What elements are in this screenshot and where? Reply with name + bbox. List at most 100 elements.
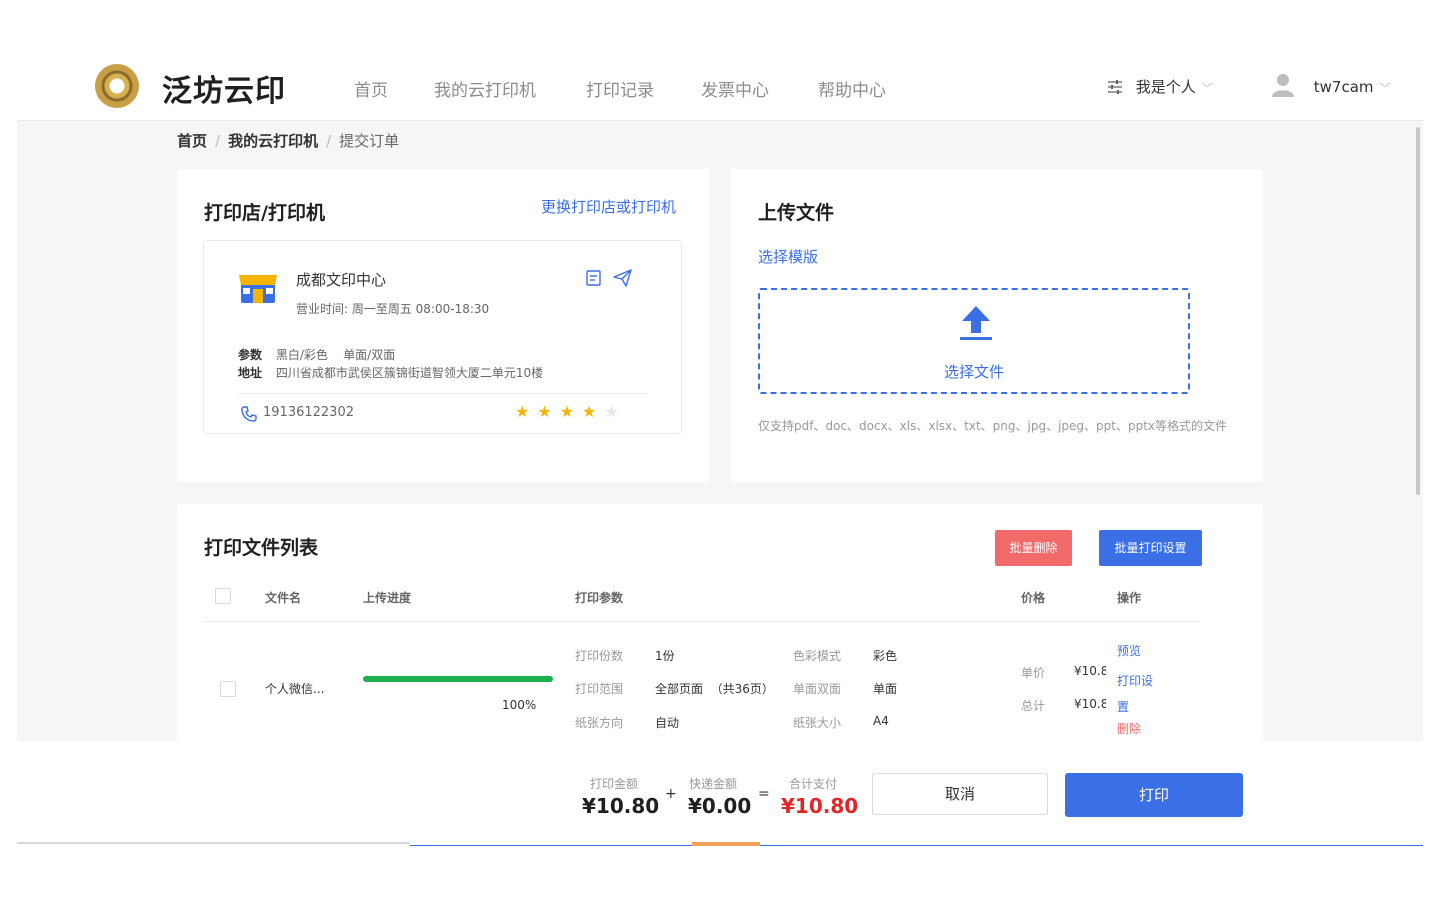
upload-icon bbox=[960, 306, 992, 340]
unit-price-label: 单价 bbox=[1021, 666, 1046, 680]
shipping-amount: ¥0.00 bbox=[688, 794, 752, 818]
breadcrumb: 首页 / 我的云打印机 / 提交订单 bbox=[177, 132, 400, 150]
col-ops: 操作 bbox=[1117, 591, 1142, 605]
upload-format-hint: 仅支持pdf、doc、docx、xls、xlsx、txt、png、jpg、jpe… bbox=[758, 419, 1228, 433]
copies-label: 打印份数 bbox=[575, 649, 624, 663]
nav-help-center[interactable]: 帮助中心 bbox=[818, 76, 886, 101]
duplex-label: 单面双面 bbox=[793, 682, 842, 696]
preview-link[interactable]: 预览 bbox=[1117, 642, 1141, 659]
plus-sign: + bbox=[665, 786, 677, 802]
identity-label: 我是个人 bbox=[1135, 78, 1196, 96]
print-settings-link[interactable]: 打印设置 bbox=[1117, 668, 1161, 720]
paper-size-value: A4 bbox=[873, 714, 889, 728]
orientation-value: 自动 bbox=[655, 716, 680, 730]
breadcrumb-home[interactable]: 首页 bbox=[177, 132, 207, 150]
nav-home[interactable]: 首页 bbox=[354, 76, 388, 101]
storefront-icon bbox=[239, 275, 277, 303]
username: tw7cam bbox=[1313, 78, 1374, 96]
edit-icon[interactable] bbox=[585, 269, 603, 287]
bottom-divider-accent bbox=[410, 845, 1423, 846]
shop-phone: 19136122302 bbox=[263, 405, 354, 420]
brand-logo-icon[interactable] bbox=[95, 64, 139, 108]
divider bbox=[238, 393, 648, 394]
delete-link[interactable]: 删除 bbox=[1117, 720, 1141, 737]
orientation-label: 纸张方向 bbox=[575, 716, 624, 730]
address-value: 四川省成都市武侯区簇锦街道智领大厦二单元10楼 bbox=[275, 366, 544, 380]
rating-stars: ★★★★★ bbox=[515, 402, 627, 421]
file-list-card: 打印文件列表 批量删除 批量打印设置 文件名 上传进度 打印参数 价格 操作 个… bbox=[177, 504, 1263, 741]
user-menu[interactable]: tw7cam ﹀ bbox=[1271, 73, 1391, 97]
col-filename: 文件名 bbox=[265, 591, 302, 605]
star-icon: ★ bbox=[582, 402, 605, 421]
change-printer-link[interactable]: 更换打印店或打印机 bbox=[541, 196, 676, 217]
top-nav-bar: 泛坊云印 首页 我的云打印机 打印记录 发票中心 帮助中心 我是个人 ﹀ tw7c… bbox=[17, 40, 1423, 121]
star-icon: ★ bbox=[537, 402, 560, 421]
nav-print-records[interactable]: 打印记录 bbox=[586, 76, 654, 101]
scrollbar[interactable] bbox=[1416, 127, 1420, 495]
equals-sign: = bbox=[758, 786, 770, 802]
checkout-bar: 打印金额 ¥10.80 + 快递金额 ¥0.00 = 合计支付 ¥10.80 取… bbox=[17, 741, 1423, 842]
file-list-title: 打印文件列表 bbox=[204, 537, 319, 559]
duplex-value: 单面 bbox=[873, 682, 898, 696]
breadcrumb-current: 提交订单 bbox=[339, 132, 400, 150]
nav-my-printers[interactable]: 我的云打印机 bbox=[434, 76, 536, 101]
select-template-link[interactable]: 选择模版 bbox=[758, 246, 818, 267]
total-price-label: 总计 bbox=[1021, 699, 1046, 713]
progress-fill bbox=[363, 676, 553, 682]
sliders-icon bbox=[1108, 80, 1122, 94]
bottom-indicator bbox=[692, 842, 760, 846]
batch-print-settings-button[interactable]: 批量打印设置 bbox=[1099, 530, 1202, 566]
main-content: 首页 / 我的云打印机 / 提交订单 打印店/打印机 更换打印店或打印机 成都文印中心 … bbox=[17, 121, 1423, 741]
total-price-value: ¥10.8 bbox=[1074, 697, 1106, 711]
batch-delete-button[interactable]: 批量删除 bbox=[995, 530, 1072, 566]
cancel-button[interactable]: 取消 bbox=[872, 773, 1048, 815]
identity-switcher[interactable]: 我是个人 ﹀ bbox=[1107, 76, 1213, 97]
shipping-label: 快递金额 bbox=[689, 777, 738, 791]
params-label: 参数 bbox=[238, 348, 263, 362]
total-label: 合计支付 bbox=[789, 777, 838, 791]
chevron-down-icon: ﹀ bbox=[1379, 82, 1391, 95]
send-icon[interactable] bbox=[613, 269, 633, 287]
phone-icon bbox=[241, 406, 257, 422]
file-name: 个人微信... bbox=[265, 682, 325, 696]
star-icon: ★ bbox=[559, 402, 583, 421]
params-value: 黑白/彩色 单面/双面 bbox=[275, 348, 396, 362]
copies-value: 1份 bbox=[655, 649, 675, 663]
nav-invoice-center[interactable]: 发票中心 bbox=[701, 76, 769, 101]
color-mode-label: 色彩模式 bbox=[793, 649, 842, 663]
shop-hours: 营业时间: 周一至周五 08:00-18:30 bbox=[296, 302, 490, 316]
brand-name[interactable]: 泛坊云印 bbox=[162, 66, 286, 110]
upload-progress-bar bbox=[363, 676, 553, 682]
row-checkbox[interactable] bbox=[220, 681, 236, 697]
print-amount: ¥10.80 bbox=[582, 794, 660, 818]
star-icon: ★ bbox=[604, 402, 627, 421]
file-dropzone[interactable]: 选择文件 bbox=[758, 288, 1190, 394]
col-params: 打印参数 bbox=[575, 591, 624, 605]
total-amount: ¥10.80 bbox=[781, 794, 859, 818]
range-label: 打印范围 bbox=[575, 682, 624, 696]
header-divider bbox=[204, 621, 1200, 622]
shop-name: 成都文印中心 bbox=[296, 271, 387, 289]
print-amount-label: 打印金额 bbox=[590, 777, 639, 791]
star-icon: ★ bbox=[515, 402, 538, 421]
params-row: 参数 黑白/彩色 单面/双面 bbox=[238, 346, 395, 363]
upload-card: 上传文件 选择模版 选择文件 仅支持pdf、doc、docx、xls、xlsx、… bbox=[731, 169, 1263, 482]
paper-size-label: 纸张大小 bbox=[793, 716, 842, 730]
upload-card-title: 上传文件 bbox=[758, 202, 835, 224]
select-file-button[interactable]: 选择文件 bbox=[944, 361, 1004, 382]
printer-card: 打印店/打印机 更换打印店或打印机 成都文印中心 营业时间: 周一至周五 08:… bbox=[177, 169, 709, 482]
print-button[interactable]: 打印 bbox=[1065, 773, 1243, 817]
color-mode-value: 彩色 bbox=[873, 649, 898, 663]
printer-card-title: 打印店/打印机 bbox=[204, 202, 325, 224]
bottom-divider bbox=[17, 842, 410, 844]
select-all-checkbox[interactable] bbox=[215, 588, 231, 604]
breadcrumb-my-printers[interactable]: 我的云打印机 bbox=[228, 132, 318, 150]
unit-price-value: ¥10.8 bbox=[1074, 664, 1106, 678]
range-value: 全部页面 （共36页） bbox=[655, 682, 774, 696]
col-progress: 上传进度 bbox=[363, 591, 412, 605]
col-price: 价格 bbox=[1021, 591, 1046, 605]
user-avatar-icon bbox=[1272, 74, 1294, 97]
progress-percent: 100% bbox=[502, 698, 537, 712]
shop-info-box: 成都文印中心 营业时间: 周一至周五 08:00-18:30 参数 黑白/彩色 … bbox=[203, 240, 682, 434]
address-label: 地址 bbox=[238, 366, 263, 380]
